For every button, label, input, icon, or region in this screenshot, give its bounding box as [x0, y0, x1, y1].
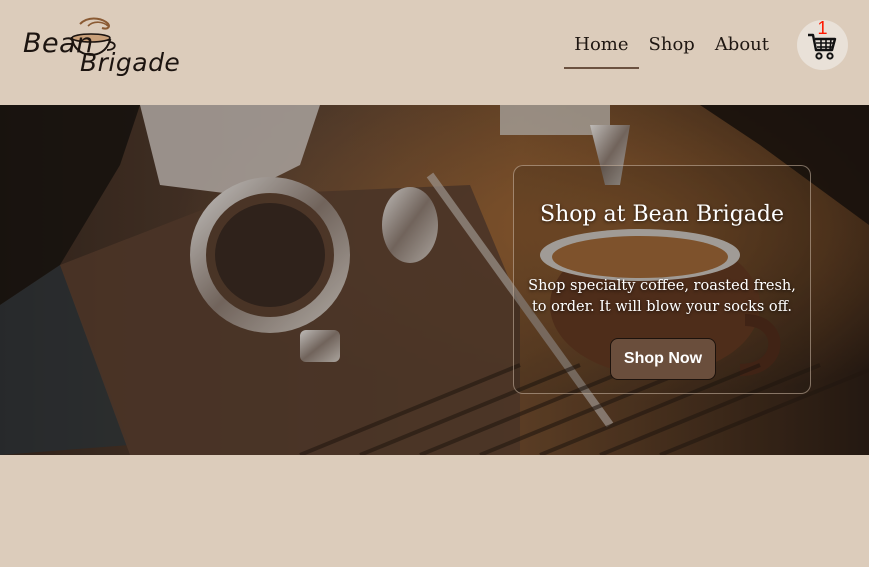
hero-card: Shop at Bean Brigade Shop specialty coff… — [513, 165, 811, 394]
nav-home-link[interactable]: Home — [564, 30, 639, 69]
main-nav: Home Shop About — [564, 30, 779, 69]
hero-subtitle: Shop specialty coffee, roasted fresh, to… — [528, 278, 796, 315]
cart-button[interactable]: 1 — [797, 18, 848, 70]
shop-now-button[interactable]: Shop Now — [610, 338, 716, 380]
site-header: Bean Brigade Home Shop About 1 — [0, 0, 869, 105]
shopping-cart-icon — [808, 33, 837, 60]
hero-banner: Shop at Bean Brigade Shop specialty coff… — [0, 105, 869, 455]
logo-word-brigade: Brigade — [80, 48, 181, 77]
hero-title: Shop at Bean Brigade — [540, 202, 784, 227]
brand-logo[interactable]: Bean Brigade — [18, 14, 180, 86]
nav-about-link[interactable]: About — [705, 30, 779, 68]
page-footer-area — [0, 455, 869, 567]
nav-shop-link[interactable]: Shop — [639, 30, 705, 68]
